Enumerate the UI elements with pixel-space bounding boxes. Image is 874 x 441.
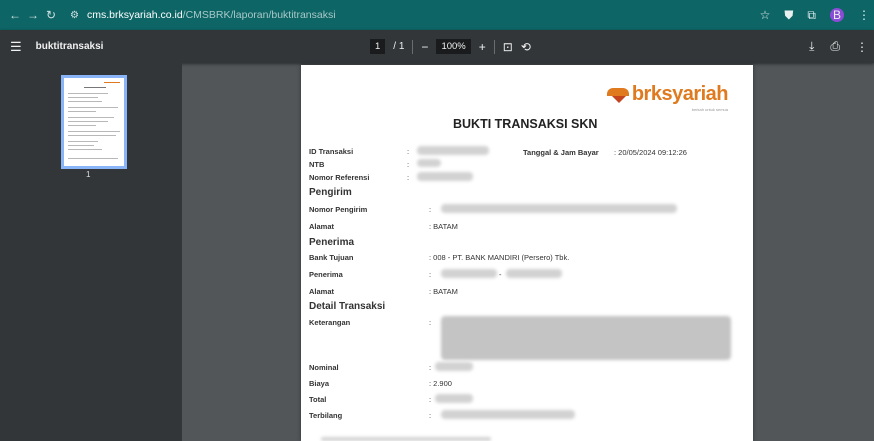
- address-bar[interactable]: cms.brksyariah.co.id/CMSBRK/laporan/bukt…: [87, 9, 336, 21]
- browser-menu-icon[interactable]: ⋮: [858, 8, 870, 22]
- label-penerima: Penerima: [309, 270, 343, 279]
- label-id-transaksi: ID Transaksi: [309, 147, 354, 156]
- brk-logo: brksyariah berkah untuk semua: [606, 83, 729, 112]
- redacted-nomor-pengirim: [441, 204, 677, 213]
- redacted-id-transaksi: [417, 146, 489, 155]
- page-thumbnail[interactable]: [61, 75, 127, 169]
- thumb-line: [68, 117, 114, 118]
- thumb-line: [68, 125, 96, 126]
- label-biaya: Biaya: [309, 379, 330, 388]
- colon: :: [429, 411, 432, 420]
- zoom-level-input[interactable]: 100%: [436, 39, 471, 54]
- thumb-line: [68, 101, 102, 102]
- zoom-out-icon[interactable]: −: [421, 40, 428, 54]
- page-total: / 1: [393, 41, 405, 52]
- label-terbilang: Terbilang: [309, 411, 343, 420]
- thumb-line: [68, 121, 108, 122]
- pdf-toolbar: ☰ buktitransaksi 1 / 1 − 100% + ⊡ ⟲ ⤓ ⎙ …: [0, 30, 874, 63]
- thumb-line: [68, 135, 116, 136]
- colon: :: [429, 363, 432, 372]
- thumbnail-sidebar: 1: [0, 63, 182, 441]
- url-path: /CMSBRK/laporan/buktitransaksi: [182, 9, 336, 21]
- section-pengirim: Pengirim: [309, 187, 352, 198]
- colon: :: [407, 173, 410, 182]
- print-icon[interactable]: ⎙: [830, 39, 840, 54]
- label-alamat-pengirim: Alamat: [309, 222, 335, 231]
- redacted-penerima-name: [506, 269, 562, 278]
- section-penerima: Penerima: [309, 237, 355, 248]
- toolbar-divider: [493, 39, 495, 54]
- thumbnail-page-number: 1: [86, 170, 91, 179]
- label-nominal: Nominal: [309, 363, 339, 372]
- toolbar-divider: [412, 39, 414, 54]
- page-number-input[interactable]: 1: [370, 39, 386, 54]
- dash-separator: -: [499, 270, 502, 279]
- more-options-icon[interactable]: ⋮: [856, 40, 868, 54]
- redacted-nomor-referensi: [417, 172, 473, 181]
- thumb-line: [68, 149, 102, 150]
- brk-logo-mark: [606, 87, 629, 103]
- extension-shield-icon[interactable]: ⛊: [784, 8, 793, 23]
- extensions-puzzle-icon[interactable]: ⧉: [807, 8, 816, 23]
- thumb-line: [68, 141, 98, 142]
- redacted-terbilang: [441, 410, 575, 419]
- label-bank-tujuan: Bank Tujuan: [309, 253, 354, 262]
- logo-tagline: berkah untuk semua: [691, 107, 728, 112]
- logo-text: brksyariah: [631, 83, 729, 105]
- thumb-line: [68, 131, 120, 132]
- document-heading: BUKTI TRANSAKSI SKN: [453, 117, 598, 131]
- redacted-nominal: [435, 362, 473, 371]
- site-settings-icon[interactable]: ⚙: [70, 10, 79, 21]
- colon: :: [407, 147, 410, 156]
- bookmark-star-icon[interactable]: ☆: [760, 8, 771, 22]
- redacted-ntb: [417, 159, 441, 167]
- value-biaya: : 2.900: [429, 379, 452, 388]
- label-tanggal-jam-bayar: Tanggal & Jam Bayar: [523, 148, 599, 157]
- label-ntb: NTB: [309, 160, 325, 169]
- value-alamat-penerima: : BATAM: [429, 287, 458, 296]
- label-alamat-penerima: Alamat: [309, 287, 335, 296]
- zoom-in-icon[interactable]: +: [479, 40, 486, 54]
- forward-icon[interactable]: →: [24, 8, 42, 22]
- value-alamat-pengirim: : BATAM: [429, 222, 458, 231]
- thumb-line: [68, 97, 98, 98]
- redacted-keterangan: [441, 316, 731, 360]
- colon: :: [429, 205, 432, 214]
- profile-avatar[interactable]: B: [830, 8, 844, 22]
- thumb-logo: [104, 82, 120, 83]
- thumb-line: [68, 158, 118, 159]
- thumb-heading: [84, 87, 106, 88]
- pdf-page: brksyariah berkah untuk semua BUKTI TRAN…: [301, 65, 753, 441]
- value-tanggal-jam-bayar: : 20/05/2024 09:12:26: [614, 148, 687, 157]
- rotate-icon[interactable]: ⟲: [521, 40, 531, 54]
- hamburger-menu-icon[interactable]: ☰: [10, 39, 22, 55]
- section-detail-transaksi: Detail Transaksi: [309, 301, 386, 312]
- reload-icon[interactable]: ↻: [42, 8, 60, 22]
- pdf-document-title: buktitransaksi: [35, 41, 104, 52]
- thumb-line: [68, 145, 94, 146]
- label-total: Total: [309, 395, 327, 404]
- back-icon[interactable]: ←: [6, 8, 24, 22]
- colon: :: [407, 160, 410, 169]
- thumb-line: [68, 93, 108, 94]
- thumb-line: [68, 111, 96, 112]
- colon: :: [429, 395, 432, 404]
- colon: :: [429, 270, 432, 279]
- redacted-footer: [321, 437, 491, 441]
- fit-page-icon[interactable]: ⊡: [503, 40, 513, 54]
- label-nomor-referensi: Nomor Referensi: [309, 173, 370, 182]
- colon: :: [429, 318, 432, 327]
- label-nomor-pengirim: Nomor Pengirim: [309, 205, 368, 214]
- download-icon[interactable]: ⤓: [809, 39, 814, 54]
- url-host: cms.brksyariah.co.id: [86, 9, 183, 21]
- redacted-total: [435, 394, 473, 403]
- thumb-line: [68, 107, 118, 108]
- label-keterangan: Keterangan: [309, 318, 351, 327]
- value-bank-tujuan: : 008 - PT. BANK MANDIRI (Persero) Tbk.: [429, 253, 570, 262]
- redacted-penerima-account: [441, 269, 497, 278]
- browser-toolbar: ← → ↻ ⚙ cms.brksyariah.co.id/CMSBRK/lapo…: [0, 0, 874, 30]
